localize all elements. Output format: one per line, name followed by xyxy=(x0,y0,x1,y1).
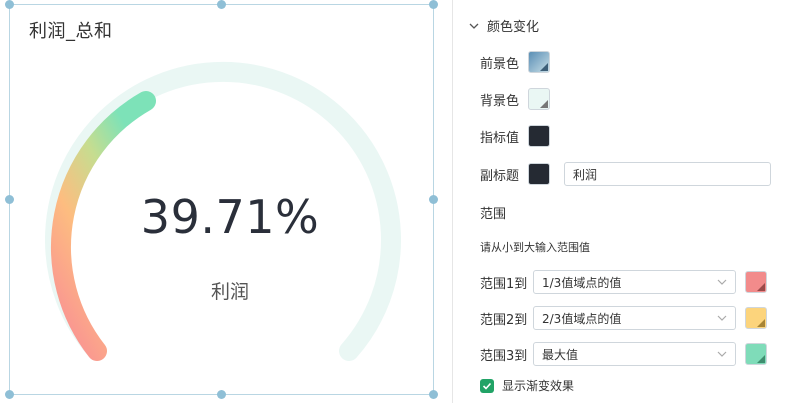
range-1-value: 1/3值域点的值 xyxy=(542,275,622,290)
resize-handle-right[interactable] xyxy=(429,195,438,204)
screen: 利润_总和 39.71% 利润 颜色变化 前景色 背景色 指标值 副标题 利润 … xyxy=(0,0,786,403)
background-color-row: 背景色 xyxy=(480,88,550,110)
subtitle-color-swatch[interactable] xyxy=(528,163,550,185)
indicator-color-row: 指标值 xyxy=(480,125,550,147)
resize-handle-bottom-right[interactable] xyxy=(429,390,438,399)
subtitle-label: 副标题 xyxy=(480,168,520,184)
chevron-down-icon xyxy=(717,315,727,321)
background-color-swatch[interactable] xyxy=(528,88,550,110)
section-title: 颜色变化 xyxy=(487,20,540,35)
gradient-toggle-row[interactable]: 显示渐变效果 xyxy=(480,377,574,394)
gauge-value: 39.71% xyxy=(140,190,320,244)
range-3-color-swatch[interactable] xyxy=(745,343,767,365)
range-row-1: 范围1到 1/3值域点的值 xyxy=(480,270,767,294)
gradient-label: 显示渐变效果 xyxy=(502,379,575,393)
chevron-down-icon xyxy=(469,23,479,29)
range-1-select[interactable]: 1/3值域点的值 xyxy=(533,270,736,294)
resize-handle-bottom[interactable] xyxy=(217,390,226,399)
background-label: 背景色 xyxy=(480,93,520,109)
range-row-2: 范围2到 2/3值域点的值 xyxy=(480,306,767,330)
gradient-checkbox[interactable] xyxy=(480,378,494,393)
gauge-widget[interactable]: 利润_总和 39.71% 利润 xyxy=(5,0,438,399)
settings-panel: 颜色变化 前景色 背景色 指标值 副标题 利润 范围 请从小到大输入范围值 范围 xyxy=(453,0,786,403)
range-2-select[interactable]: 2/3值域点的值 xyxy=(533,306,736,330)
color-change-section-header[interactable]: 颜色变化 xyxy=(469,16,539,35)
range-3-value: 最大值 xyxy=(542,347,579,362)
range-hint: 请从小到大输入范围值 xyxy=(480,241,590,254)
resize-handle-left[interactable] xyxy=(5,195,14,204)
foreground-label: 前景色 xyxy=(480,56,520,72)
check-icon xyxy=(482,382,492,390)
range-2-value: 2/3值域点的值 xyxy=(542,311,622,326)
indicator-color-swatch[interactable] xyxy=(528,125,550,147)
range-1-color-swatch[interactable] xyxy=(745,271,767,293)
indicator-label: 指标值 xyxy=(480,130,520,146)
resize-handle-bottom-left[interactable] xyxy=(5,390,14,399)
resize-handle-top-left[interactable] xyxy=(5,0,14,9)
range-1-label: 范围1到 xyxy=(480,276,528,292)
chevron-down-icon xyxy=(717,351,727,357)
range-2-color-swatch[interactable] xyxy=(745,307,767,329)
resize-handle-top[interactable] xyxy=(217,0,226,9)
range-3-select[interactable]: 最大值 xyxy=(533,342,736,366)
foreground-color-swatch[interactable] xyxy=(528,51,550,73)
subtitle-row: 副标题 利润 xyxy=(480,162,771,186)
resize-handle-top-right[interactable] xyxy=(429,0,438,9)
range-3-label: 范围3到 xyxy=(480,348,528,364)
gauge-subtitle: 利润 xyxy=(210,281,249,303)
range-title: 范围 xyxy=(480,207,507,222)
subtitle-input[interactable]: 利润 xyxy=(564,162,771,186)
range-2-label: 范围2到 xyxy=(480,312,528,328)
chevron-down-icon xyxy=(717,279,727,285)
foreground-color-row: 前景色 xyxy=(480,51,550,73)
range-row-3: 范围3到 最大值 xyxy=(480,342,767,366)
